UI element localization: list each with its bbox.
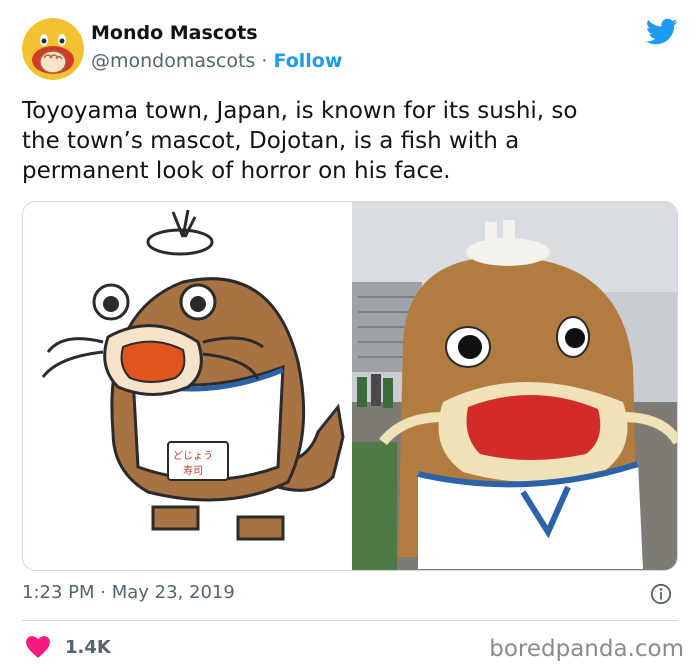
divider [22,620,678,621]
handle-separator: · [261,50,268,72]
tweet-time: 1:23 PM [22,582,95,603]
tweet-timestamp[interactable]: 1:23 PM · May 23, 2019 [22,582,235,603]
follow-button[interactable]: Follow [273,50,342,72]
svg-text:寿司: 寿司 [183,464,203,477]
author-handle-row: @mondomascots · Follow [91,50,342,72]
like-button[interactable]: 1.4K [25,635,111,659]
tweet-text: Toyoyama town, Japan, is known for its s… [22,98,578,184]
author-name[interactable]: Mondo Mascots [91,22,258,44]
author-handle[interactable]: @mondomascots [91,50,255,72]
tweet-date: May 23, 2019 [111,582,235,603]
hand-over-mouth-emoji-icon [22,18,84,80]
time-separator: · [100,582,106,603]
tweet-card: Mondo Mascots @mondomascots · Follow Toy… [0,0,700,672]
avatar[interactable] [22,18,84,80]
info-icon[interactable] [650,583,672,605]
cartoon-illustration-of-dojotan[interactable]: どじょう 寿司 [23,202,350,570]
heart-icon [26,636,50,658]
like-count: 1.4K [65,636,111,658]
watermark: boredpanda.com [489,636,684,662]
twitter-bird-icon[interactable] [646,18,678,46]
tweet-media[interactable]: どじょう 寿司 [22,201,678,571]
badge-text: どじょう [173,450,213,462]
photo-of-dojotan-costume[interactable] [352,202,677,570]
